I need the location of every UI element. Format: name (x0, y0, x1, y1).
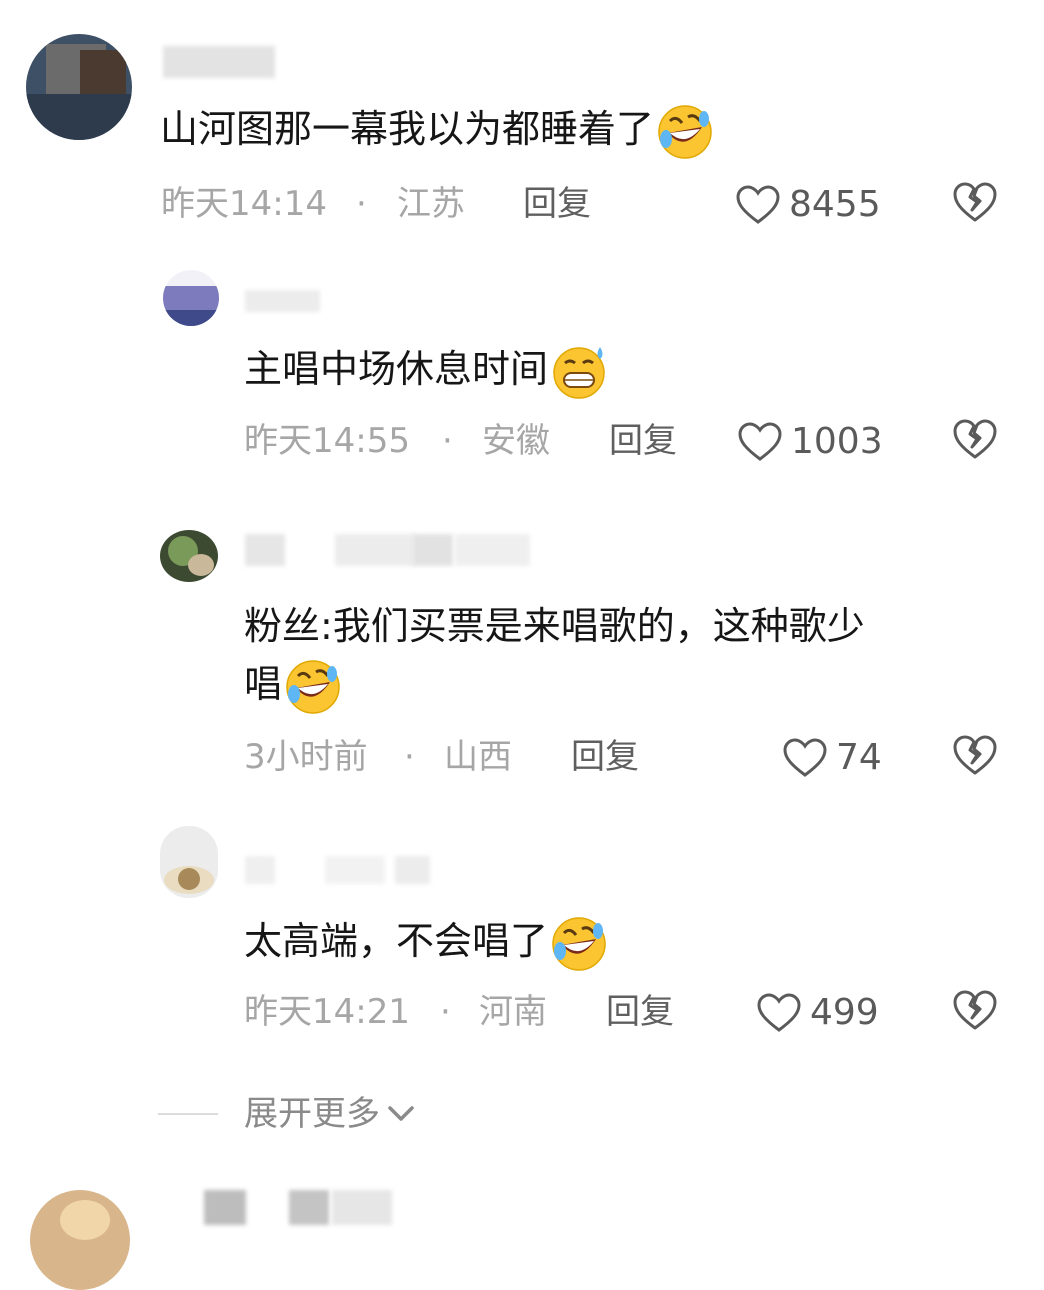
like-count: 74 (836, 737, 882, 778)
heart-icon (783, 738, 827, 777)
rofl-emoji (286, 659, 340, 714)
username[interactable] (204, 1190, 404, 1225)
expand-divider (158, 1113, 218, 1115)
comment-text: 粉丝:我们买票是来唱歌的，这种歌少 (244, 604, 865, 648)
comment-text-line2: 唱 (244, 655, 342, 716)
heart-icon (736, 185, 780, 224)
reply-button[interactable]: 回复 (609, 421, 677, 461)
reply-button[interactable]: 回复 (606, 992, 674, 1032)
avatar[interactable] (30, 1190, 130, 1290)
like-count: 1003 (791, 421, 883, 462)
username[interactable] (245, 534, 530, 566)
dislike-button[interactable] (952, 417, 998, 461)
dislike-button[interactable] (952, 733, 998, 777)
comment-location: 河南 (479, 992, 547, 1032)
comment-location: 江苏 (397, 184, 465, 224)
avatar[interactable] (26, 34, 132, 140)
meta-separator: · (356, 184, 367, 224)
broken-heart-icon (953, 735, 997, 775)
rofl-emoji (658, 104, 712, 159)
broken-heart-icon (953, 182, 997, 222)
reply-button[interactable]: 回复 (571, 737, 639, 777)
comment-text: 太高端，不会唱了 (244, 912, 608, 973)
avatar[interactable] (160, 826, 218, 898)
comment-time: 昨天14:21 (244, 992, 410, 1032)
dislike-button[interactable] (952, 180, 998, 224)
like-button[interactable]: 1003 (737, 421, 883, 463)
reply-button[interactable]: 回复 (523, 184, 591, 224)
comment-time: 3小时前 (244, 737, 368, 777)
dislike-button[interactable] (952, 988, 998, 1032)
chevron-down-icon (388, 1106, 414, 1121)
like-button[interactable]: 499 (756, 992, 879, 1034)
broken-heart-icon (953, 419, 997, 459)
comment-time: 昨天14:14 (161, 184, 327, 224)
meta-separator: · (404, 737, 415, 777)
username[interactable] (163, 46, 275, 78)
like-count: 499 (810, 992, 879, 1033)
heart-icon (738, 422, 782, 461)
like-count: 8455 (789, 184, 881, 225)
avatar[interactable] (160, 530, 218, 582)
comment-text: 主唱中场休息时间 (244, 340, 608, 401)
like-button[interactable]: 8455 (735, 184, 881, 226)
comment-time: 昨天14:55 (244, 421, 410, 461)
comment-location: 安徽 (482, 421, 550, 461)
meta-separator: · (442, 421, 453, 461)
username[interactable] (245, 856, 430, 888)
comment-location: 山西 (444, 737, 512, 777)
username[interactable] (245, 290, 320, 322)
avatar[interactable] (163, 270, 219, 326)
rofl-emoji (552, 916, 606, 971)
expand-more-button[interactable]: 展开更多 (244, 1094, 416, 1134)
like-button[interactable]: 74 (782, 737, 882, 779)
heart-icon (757, 993, 801, 1032)
expand-more-label: 展开更多 (244, 1094, 380, 1134)
comment-text: 山河图那一幕我以为都睡着了 (160, 100, 714, 161)
meta-separator: · (440, 992, 451, 1032)
broken-heart-icon (953, 990, 997, 1030)
grimace-sweat-emoji (553, 346, 605, 399)
